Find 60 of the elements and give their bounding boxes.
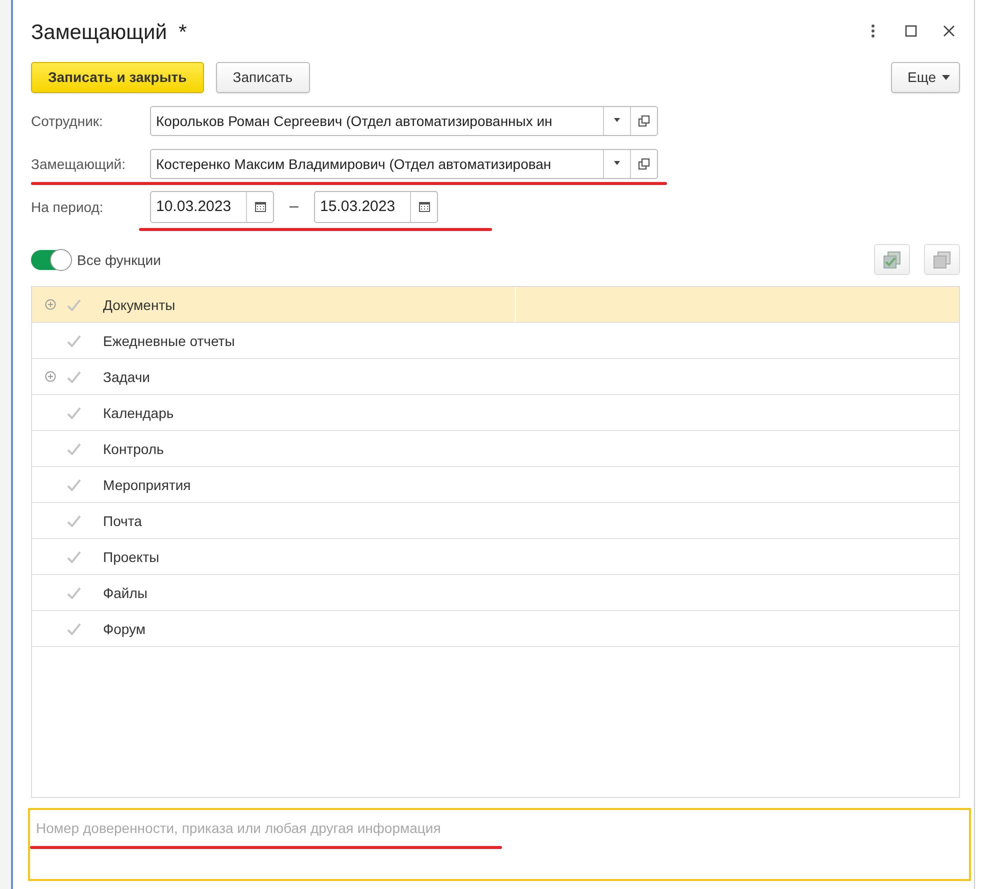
- toggle-label: Все функции: [77, 252, 161, 268]
- check-icon[interactable]: [67, 622, 81, 635]
- function-name: Форум: [103, 620, 146, 637]
- table-row[interactable]: Календарь: [32, 395, 959, 432]
- table-row[interactable]: Мероприятия: [32, 467, 959, 504]
- function-name: Файлы: [103, 584, 148, 601]
- open-icon[interactable]: [638, 114, 650, 127]
- check-icon[interactable]: [67, 334, 81, 347]
- window-title: Замещающий *: [31, 20, 188, 45]
- stack-check-icon: [883, 250, 901, 269]
- function-name: Почта: [103, 512, 142, 529]
- check-icon[interactable]: [67, 514, 81, 527]
- date-separator: –: [288, 198, 300, 216]
- caret-icon: [942, 74, 950, 80]
- comment-field[interactable]: Номер доверенности, приказа или любая другая информация: [28, 808, 971, 882]
- save-close-button[interactable]: Записать и закрыть: [31, 62, 204, 93]
- save-button[interactable]: Записать: [216, 62, 310, 93]
- table-row[interactable]: Почта: [32, 503, 959, 540]
- select-field[interactable]: Костеренко Максим Владимирович (Отдел автоматизирован: [150, 148, 658, 179]
- check-icon[interactable]: [67, 406, 81, 419]
- table-row[interactable]: Ежедневные отчеты: [32, 323, 959, 360]
- field-label: Сотрудник:: [31, 112, 104, 129]
- date-field[interactable]: 10.03.2023: [150, 190, 274, 223]
- table-row[interactable]: Задачи: [32, 359, 959, 396]
- field-label: На период:: [31, 198, 104, 215]
- function-name: Проекты: [103, 548, 160, 565]
- close-icon[interactable]: [942, 24, 956, 38]
- field-label: Замещающий:: [31, 156, 127, 172]
- table-row[interactable]: Файлы: [32, 575, 959, 612]
- check-icon[interactable]: [67, 586, 81, 599]
- expand-icon[interactable]: [45, 299, 56, 310]
- table-row[interactable]: Форум: [32, 611, 959, 648]
- toggle-switch[interactable]: [31, 250, 71, 270]
- table-row[interactable]: Проекты: [32, 539, 959, 576]
- function-name: Календарь: [103, 404, 174, 421]
- date-field[interactable]: 15.03.2023: [314, 190, 438, 223]
- more-button[interactable]: Еще: [890, 62, 960, 93]
- select-field[interactable]: Корольков Роман Сергеевич (Отдел автоматизированных ин: [150, 106, 658, 136]
- function-name: Задачи: [103, 368, 150, 385]
- function-name: Ежедневные отчеты: [103, 332, 235, 349]
- check-icon[interactable]: [67, 442, 81, 455]
- open-icon[interactable]: [638, 158, 650, 170]
- check-icon[interactable]: [67, 370, 81, 383]
- function-name: Мероприятия: [103, 476, 191, 493]
- check-icon[interactable]: [67, 298, 81, 311]
- calendar-icon[interactable]: [254, 201, 266, 212]
- dropdown-icon[interactable]: [613, 161, 621, 166]
- expand-icon[interactable]: [45, 371, 56, 382]
- function-name: Контроль: [103, 440, 164, 457]
- check-icon[interactable]: [67, 550, 81, 563]
- stack-icon: [933, 250, 951, 269]
- check-icon[interactable]: [67, 478, 81, 491]
- dropdown-icon[interactable]: [613, 118, 621, 124]
- check-all-button[interactable]: [874, 244, 910, 276]
- uncheck-all-button[interactable]: [924, 244, 960, 276]
- maximize-icon[interactable]: [904, 24, 918, 38]
- table-row[interactable]: Документы: [32, 287, 959, 324]
- function-name: Документы: [103, 296, 176, 313]
- calendar-icon[interactable]: [418, 201, 430, 212]
- table-row[interactable]: Контроль: [32, 431, 959, 468]
